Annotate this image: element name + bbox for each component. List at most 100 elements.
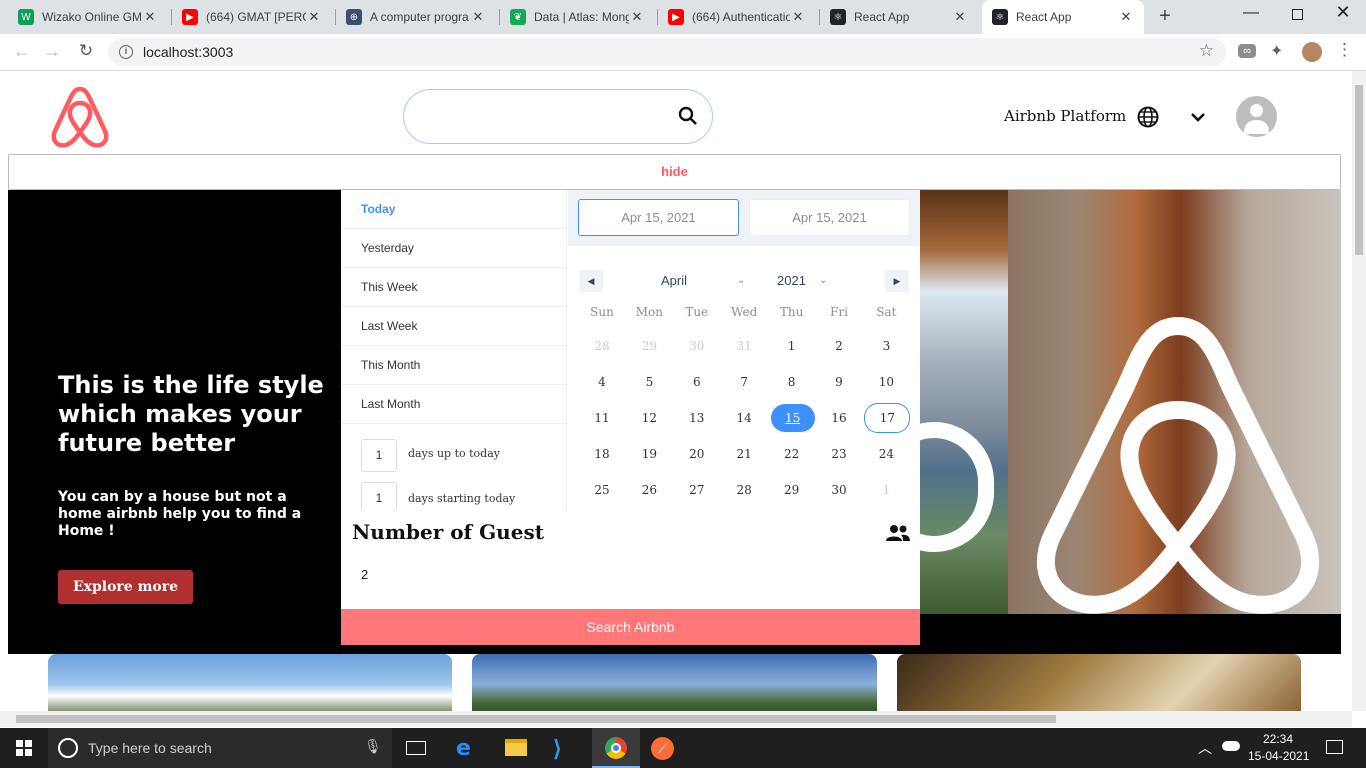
end-date-input[interactable]: Apr 15, 2021 <box>749 199 910 236</box>
calendar-day[interactable]: 26 <box>629 476 669 504</box>
listing-card[interactable] <box>48 654 452 711</box>
info-icon[interactable]: i <box>119 45 133 59</box>
hide-toggle-bar[interactable]: hide <box>8 154 1341 190</box>
vertical-scrollbar[interactable] <box>1352 71 1366 711</box>
horizontal-scrollbar[interactable] <box>0 711 1352 727</box>
calendar-day[interactable]: 31 <box>724 332 764 360</box>
today-day[interactable]: 17 <box>864 403 911 433</box>
calendar-day[interactable]: 8 <box>772 368 812 396</box>
notification-icon[interactable] <box>1326 740 1343 754</box>
calendar-day[interactable]: 2 <box>819 332 859 360</box>
task-view-icon[interactable] <box>406 741 426 755</box>
browser-tab[interactable]: ▶ (664) Authenticatio ✕ <box>658 0 816 34</box>
close-tab-icon[interactable]: ✕ <box>1118 9 1134 25</box>
calendar-day[interactable]: 23 <box>819 440 859 468</box>
close-tab-icon[interactable]: ✕ <box>470 9 486 25</box>
preset-range-item[interactable]: This Month <box>341 346 567 385</box>
days-up-input[interactable]: 1 <box>361 439 397 472</box>
minimize-button[interactable]: — <box>1236 4 1266 28</box>
calendar-day[interactable]: 11 <box>582 404 622 432</box>
calendar-day[interactable]: 30 <box>819 476 859 504</box>
language-globe-icon[interactable] <box>1137 106 1159 131</box>
start-date-input[interactable]: Apr 15, 2021 <box>578 199 739 236</box>
calendar-day[interactable]: 29 <box>629 332 669 360</box>
calendar-day[interactable]: 10 <box>866 368 906 396</box>
calendar-day[interactable]: 21 <box>724 440 764 468</box>
calendar-day[interactable]: 18 <box>582 440 622 468</box>
calendar-day[interactable]: 1 <box>772 332 812 360</box>
cloud-icon[interactable] <box>1222 741 1240 751</box>
browser-tab[interactable]: W Wizako Online GM ✕ <box>8 0 168 34</box>
calendar-day[interactable]: 27 <box>677 476 717 504</box>
guest-count-input[interactable]: 2 <box>361 567 461 582</box>
days-start-input[interactable]: 1 <box>361 482 397 510</box>
profile-avatar[interactable] <box>1302 42 1322 62</box>
forward-button[interactable]: → <box>42 41 62 61</box>
calendar-day[interactable]: 1 <box>866 476 906 504</box>
selected-day[interactable]: 15 <box>770 404 815 432</box>
browser-tab[interactable]: ❦ Data | Atlas: Mong ✕ <box>500 0 655 34</box>
calendar-day[interactable]: 30 <box>677 332 717 360</box>
calendar-day[interactable]: 4 <box>582 368 622 396</box>
search-airbnb-button[interactable]: Search Airbnb <box>341 609 920 645</box>
calendar-day[interactable]: 20 <box>677 440 717 468</box>
calendar-day[interactable]: 16 <box>819 404 859 432</box>
close-tab-icon[interactable]: ✕ <box>952 9 968 25</box>
calendar-day[interactable]: 14 <box>724 404 764 432</box>
calendar-day[interactable]: 7 <box>724 368 764 396</box>
airbnb-logo-icon[interactable] <box>50 85 110 149</box>
year-select[interactable]: 2021 ⌄ <box>777 270 837 292</box>
taskbar-search-box[interactable]: Type here to search 🎙 <box>48 728 392 768</box>
calendar-day[interactable]: 29 <box>772 476 812 504</box>
next-month-button[interactable]: ▶ <box>885 270 909 292</box>
close-tab-icon[interactable]: ✕ <box>790 9 806 25</box>
close-tab-icon[interactable]: ✕ <box>306 9 322 25</box>
calendar-day[interactable]: 6 <box>677 368 717 396</box>
preset-range-item[interactable]: This Week <box>341 268 567 307</box>
windows-start-icon[interactable] <box>16 740 32 756</box>
calendar-day[interactable]: 9 <box>819 368 859 396</box>
calendar-day[interactable]: 3 <box>866 332 906 360</box>
preset-range-item[interactable]: Last Month <box>341 385 567 424</box>
calendar-day[interactable]: 19 <box>629 440 669 468</box>
clock-date[interactable]: 15-04-2021 <box>1248 749 1309 763</box>
maximize-button[interactable] <box>1284 5 1310 29</box>
month-select[interactable]: April ⌄ <box>641 270 753 292</box>
microphone-icon[interactable]: 🎙 <box>364 738 382 755</box>
chrome-icon[interactable] <box>592 728 640 768</box>
search-icon[interactable] <box>678 106 698 129</box>
preset-range-item[interactable]: Today <box>341 190 567 229</box>
calendar-day[interactable]: 13 <box>677 404 717 432</box>
chevron-down-icon[interactable] <box>1190 111 1206 126</box>
extension-infinity-icon[interactable]: ∞ <box>1238 44 1256 58</box>
calendar-day[interactable]: 5 <box>629 368 669 396</box>
back-button[interactable]: ← <box>12 41 32 61</box>
address-bar[interactable]: i localhost:3003 ☆ <box>108 38 1226 66</box>
clock-time[interactable]: 22:34 <box>1263 732 1293 746</box>
platform-link[interactable]: Airbnb Platform <box>1004 107 1126 125</box>
extensions-puzzle-icon[interactable]: ✦ <box>1270 41 1283 61</box>
close-tab-icon[interactable]: ✕ <box>142 9 158 25</box>
user-avatar-icon[interactable] <box>1236 96 1277 137</box>
preset-range-item[interactable]: Last Week <box>341 307 567 346</box>
system-tray-chevron-icon[interactable]: ︿ <box>1198 738 1212 758</box>
new-tab-button[interactable]: + <box>1152 5 1178 29</box>
browser-tab[interactable]: ⚛ React App ✕ <box>820 0 978 34</box>
vscode-icon[interactable]: ⟩ <box>553 736 562 762</box>
postman-icon[interactable]: ⟋ <box>651 737 674 760</box>
preset-range-item[interactable]: Yesterday <box>341 229 567 268</box>
calendar-day[interactable]: 24 <box>866 440 906 468</box>
calendar-day[interactable]: 22 <box>772 440 812 468</box>
calendar-day[interactable]: 25 <box>582 476 622 504</box>
calendar-day[interactable]: 28 <box>724 476 764 504</box>
prev-month-button[interactable]: ◀ <box>579 270 603 292</box>
browser-tab[interactable]: ▶ (664) GMAT [PERC ✕ <box>172 0 332 34</box>
calendar-day[interactable]: 12 <box>629 404 669 432</box>
bookmark-star-icon[interactable]: ☆ <box>1199 41 1214 61</box>
calendar-day[interactable]: 28 <box>582 332 622 360</box>
explore-more-button[interactable]: Explore more <box>58 570 193 604</box>
browser-tab[interactable]: ⚛ React App ✕ <box>982 0 1144 34</box>
edge-icon[interactable]: e <box>456 736 471 761</box>
browser-tab[interactable]: ⊕ A computer progra ✕ <box>336 0 496 34</box>
listing-card[interactable] <box>472 654 877 711</box>
